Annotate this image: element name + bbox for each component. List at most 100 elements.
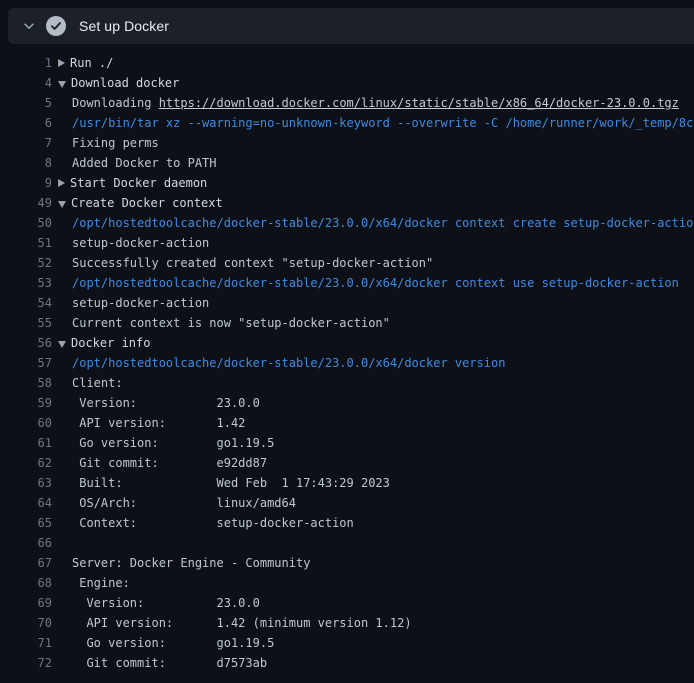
log-text: /opt/hostedtoolcache/docker-stable/23.0.… (52, 273, 679, 293)
group-title: Docker info (71, 333, 150, 353)
line-number[interactable]: 54 (0, 293, 52, 313)
log-line: 53/opt/hostedtoolcache/docker-stable/23.… (0, 273, 694, 293)
line-number[interactable]: 57 (0, 353, 52, 373)
log-text: Server: Docker Engine - Community (52, 553, 310, 573)
log-plain-text: Built: Wed Feb 1 17:43:29 2023 (72, 473, 390, 493)
log-line: 65 Context: setup-docker-action (0, 513, 694, 533)
log-line: 68 Engine: (0, 573, 694, 593)
line-number[interactable]: 53 (0, 273, 52, 293)
line-number[interactable]: 51 (0, 233, 52, 253)
log-line: 64 OS/Arch: linux/amd64 (0, 493, 694, 513)
log-text: setup-docker-action (52, 293, 209, 313)
log-plain-text: OS/Arch: linux/amd64 (72, 493, 296, 513)
line-number[interactable]: 55 (0, 313, 52, 333)
log-group-header[interactable]: Run ./ (52, 53, 113, 73)
log-text: Fixing perms (52, 133, 159, 153)
log-line: 54 setup-docker-action (0, 293, 694, 313)
line-number[interactable]: 64 (0, 493, 52, 513)
log-line: 49 Create Docker context (0, 193, 694, 213)
line-number[interactable]: 49 (0, 193, 52, 213)
line-number[interactable]: 62 (0, 453, 52, 473)
log-plain-text: Server: Docker Engine - Community (72, 553, 310, 573)
log-text: Git commit: e92dd87 (52, 453, 267, 473)
log-plain-text: Downloading (72, 93, 159, 113)
line-number[interactable]: 56 (0, 333, 52, 353)
line-number[interactable]: 68 (0, 573, 52, 593)
log-plain-text: Context: setup-docker-action (72, 513, 354, 533)
line-number[interactable]: 6 (0, 113, 52, 133)
log-plain-text: Go version: go1.19.5 (72, 433, 274, 453)
line-number[interactable]: 52 (0, 253, 52, 273)
log-command-text: /opt/hostedtoolcache/docker-stable/23.0.… (72, 353, 505, 373)
line-number[interactable]: 1 (0, 53, 52, 73)
line-number[interactable]: 9 (0, 173, 52, 193)
log-text: Version: 23.0.0 (52, 393, 260, 413)
line-number[interactable]: 63 (0, 473, 52, 493)
log-text: Downloading https://download.docker.com/… (52, 93, 679, 113)
log-text: API version: 1.42 (minimum version 1.12) (52, 613, 412, 633)
log-text: Successfully created context "setup-dock… (52, 253, 433, 273)
log-text: OS/Arch: linux/amd64 (52, 493, 296, 513)
triangle-down-icon (58, 81, 66, 88)
line-number[interactable]: 8 (0, 153, 52, 173)
line-number[interactable]: 5 (0, 93, 52, 113)
log-text (52, 533, 72, 553)
step-title: Set up Docker (79, 8, 169, 44)
log-text: /opt/hostedtoolcache/docker-stable/23.0.… (52, 353, 505, 373)
log-line: 70 API version: 1.42 (minimum version 1.… (0, 613, 694, 633)
log-line: 56 Docker info (0, 333, 694, 353)
log-group-header[interactable]: Create Docker context (52, 193, 223, 213)
log-plain-text: Git commit: d7573ab (72, 653, 267, 673)
group-title: Create Docker context (71, 193, 223, 213)
log-command-text: /opt/hostedtoolcache/docker-stable/23.0.… (72, 213, 694, 233)
log-group-header[interactable]: Docker info (52, 333, 150, 353)
line-number[interactable]: 58 (0, 373, 52, 393)
line-number[interactable]: 4 (0, 73, 52, 93)
log-text: Added Docker to PATH (52, 153, 217, 173)
log-line: 66 (0, 533, 694, 553)
line-number[interactable]: 61 (0, 433, 52, 453)
line-number[interactable]: 7 (0, 133, 52, 153)
log-plain-text: Fixing perms (72, 133, 159, 153)
log-group-header[interactable]: Download docker (52, 73, 179, 93)
log-plain-text: Git commit: e92dd87 (72, 453, 267, 473)
chevron-down-icon[interactable] (22, 19, 36, 33)
line-number[interactable]: 50 (0, 213, 52, 233)
log-line: 57/opt/hostedtoolcache/docker-stable/23.… (0, 353, 694, 373)
line-number[interactable]: 69 (0, 593, 52, 613)
log-text: Go version: go1.19.5 (52, 633, 274, 653)
log-line: 67 Server: Docker Engine - Community (0, 553, 694, 573)
line-number[interactable]: 72 (0, 653, 52, 673)
line-number[interactable]: 71 (0, 633, 52, 653)
step-header[interactable]: Set up Docker (8, 8, 694, 44)
group-title: Download docker (71, 73, 179, 93)
line-number[interactable]: 59 (0, 393, 52, 413)
triangle-down-icon (58, 201, 66, 208)
line-number[interactable]: 70 (0, 613, 52, 633)
check-circle-icon (46, 16, 66, 36)
log-line: 55 Current context is now "setup-docker-a… (0, 313, 694, 333)
log-text: /opt/hostedtoolcache/docker-stable/23.0.… (52, 213, 694, 233)
log-plain-text: setup-docker-action (72, 293, 209, 313)
log-line: 52Successfully created context "setup-do… (0, 253, 694, 273)
line-number[interactable]: 66 (0, 533, 52, 553)
log-plain-text: Added Docker to PATH (72, 153, 217, 173)
log-text: /usr/bin/tar xz --warning=no-unknown-key… (52, 113, 694, 133)
log-group-header[interactable]: Start Docker daemon (52, 173, 207, 193)
log-container: 1Run ./4Download docker5Downloading http… (0, 44, 694, 683)
log-plain-text: Version: 23.0.0 (72, 393, 260, 413)
log-url-link[interactable]: https://download.docker.com/linux/static… (159, 93, 679, 113)
log-line: 1Run ./ (0, 53, 694, 73)
line-number[interactable]: 60 (0, 413, 52, 433)
log-line: 62 Git commit: e92dd87 (0, 453, 694, 473)
log-line: 72 Git commit: d7573ab (0, 653, 694, 673)
log-line: 7 Fixing perms (0, 133, 694, 153)
line-number[interactable]: 67 (0, 553, 52, 573)
log-line: 9Start Docker daemon (0, 173, 694, 193)
log-line: 60 API version: 1.42 (0, 413, 694, 433)
log-plain-text: Current context is now "setup-docker-act… (72, 313, 390, 333)
log-line: 63 Built: Wed Feb 1 17:43:29 2023 (0, 473, 694, 493)
log-command-text: /opt/hostedtoolcache/docker-stable/23.0.… (72, 273, 679, 293)
line-number[interactable]: 65 (0, 513, 52, 533)
log-plain-text: API version: 1.42 (minimum version 1.12) (72, 613, 412, 633)
